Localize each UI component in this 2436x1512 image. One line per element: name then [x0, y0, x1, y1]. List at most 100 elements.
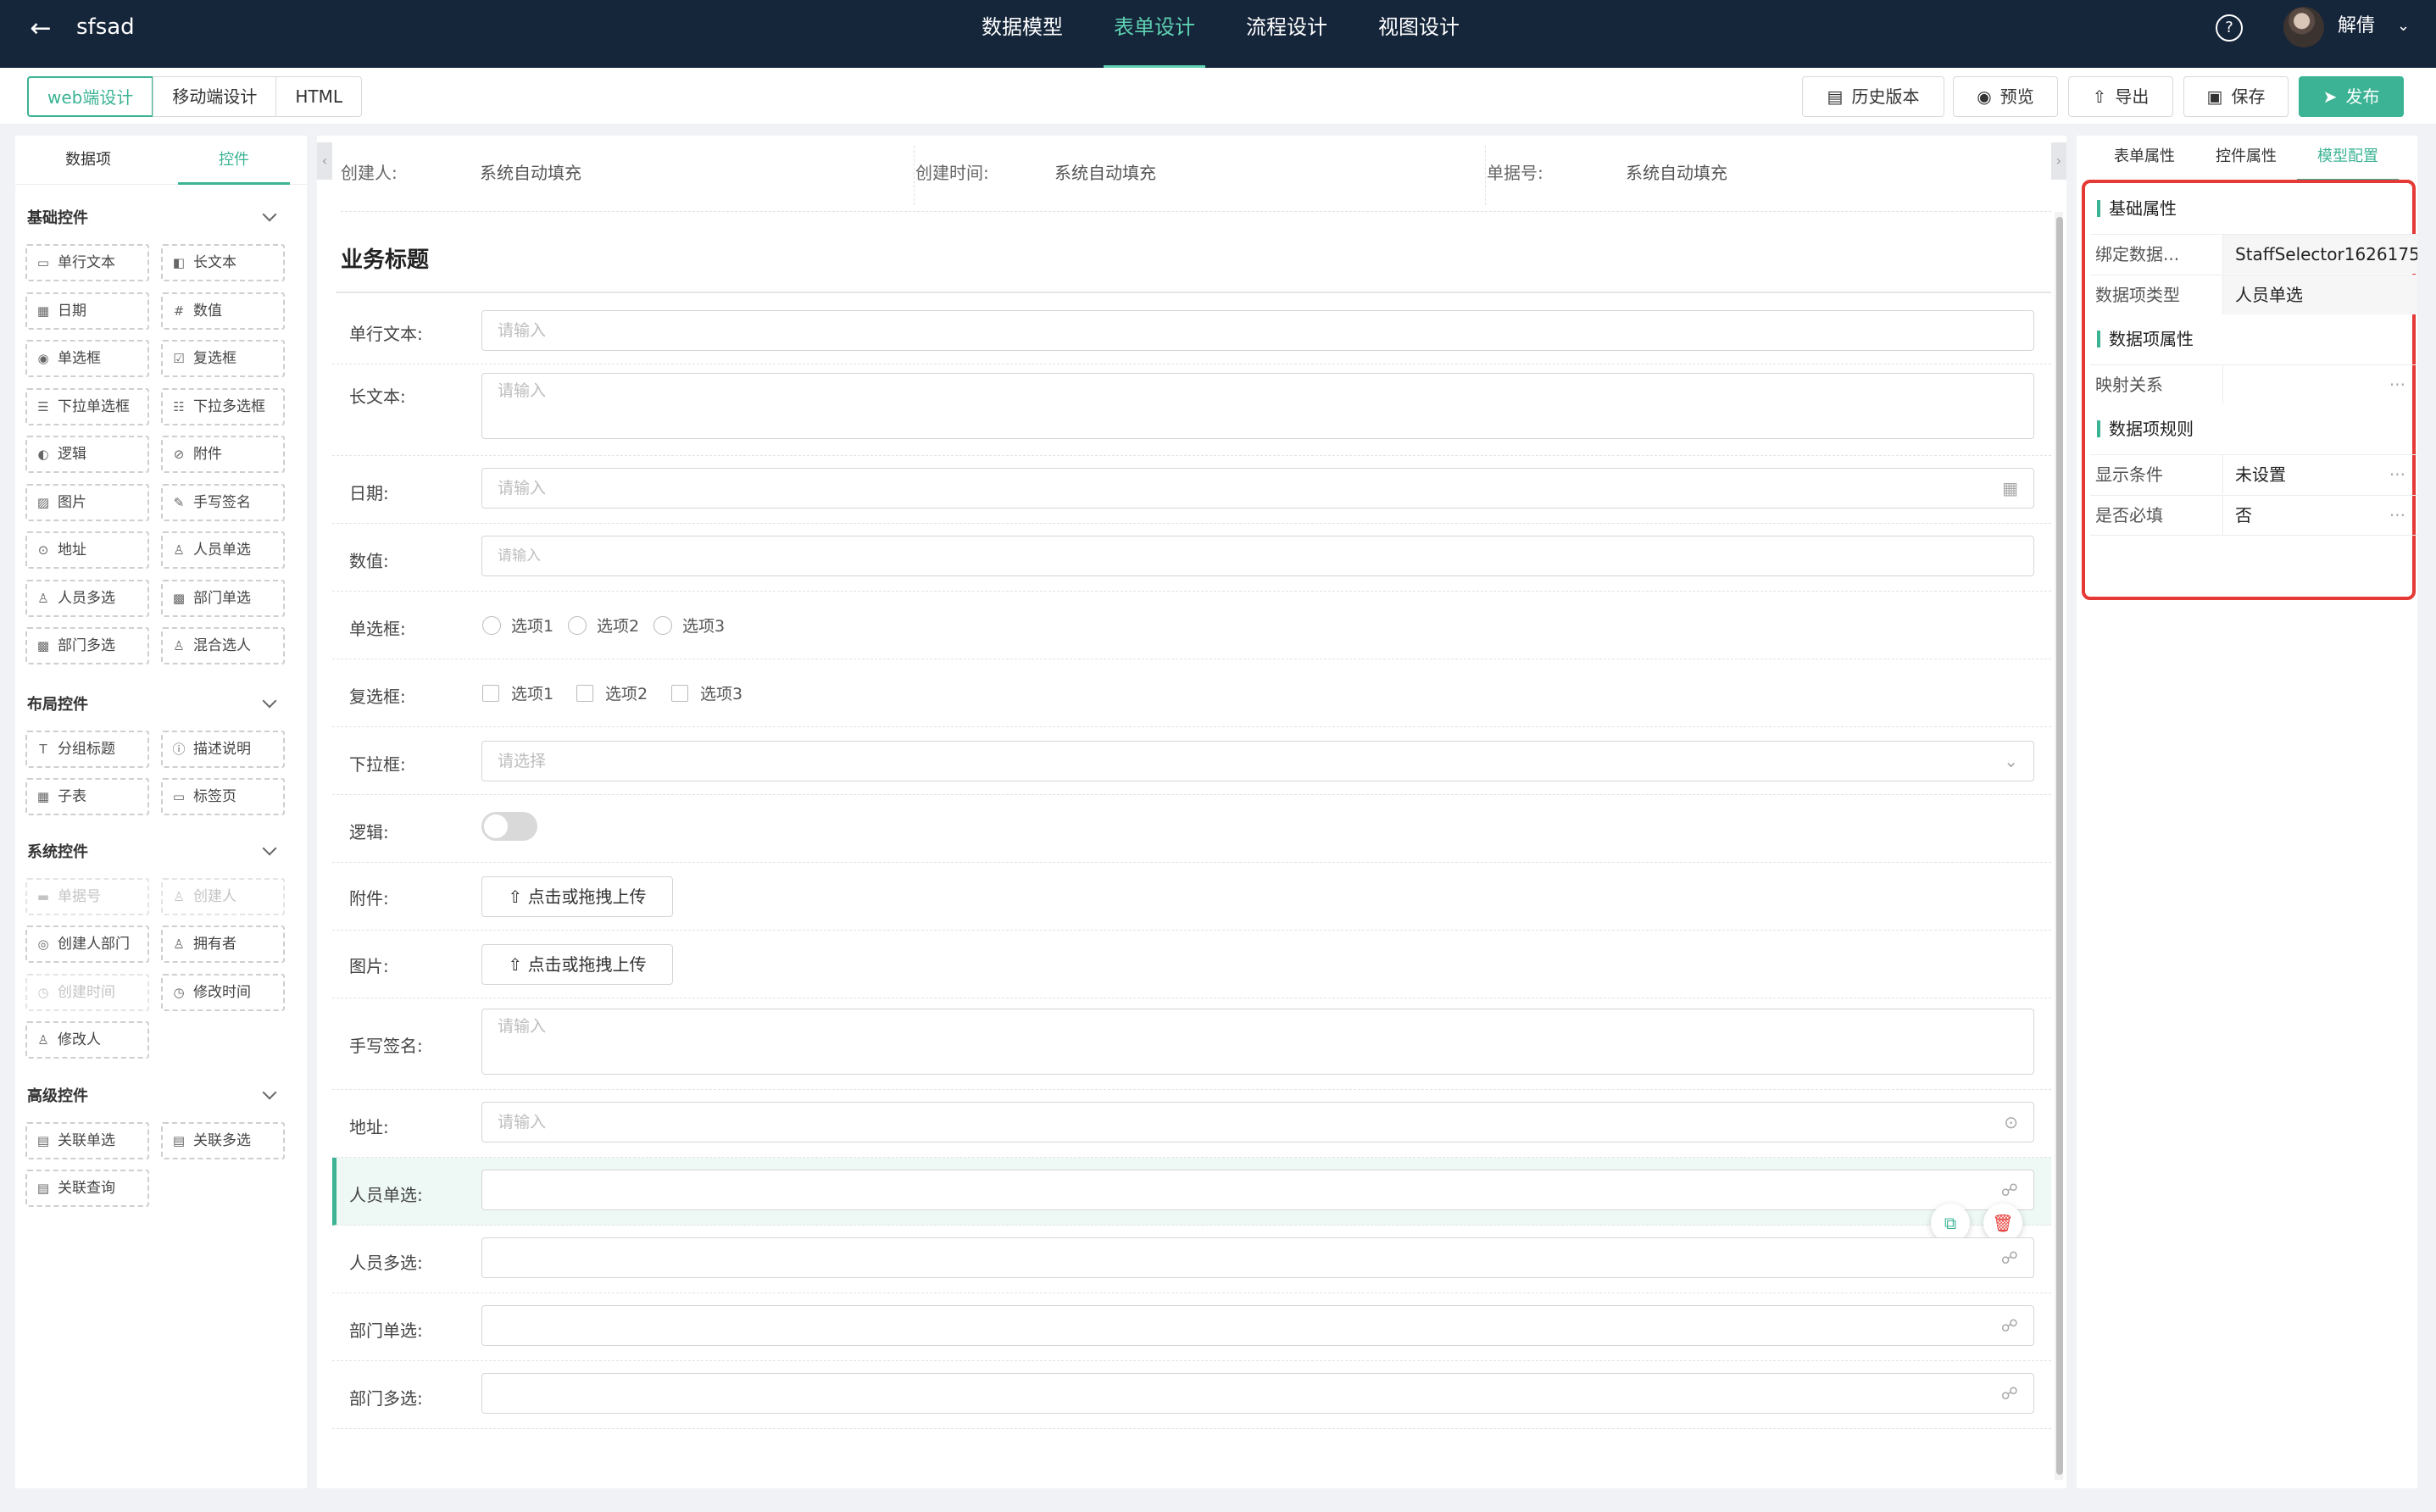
control-number[interactable]: # 数值 [161, 292, 285, 330]
form-field-date[interactable]: 日期: 请输入 ▦ [332, 456, 2051, 524]
tab-control-properties[interactable]: 控件属性 [2195, 136, 2297, 181]
control-logic[interactable]: ◐ 逻辑 [25, 436, 149, 473]
collapse-right-icon[interactable]: › [2051, 142, 2066, 180]
group-header[interactable]: 高级控件 [15, 1078, 307, 1112]
date-input[interactable]: 请输入 ▦ [481, 468, 2034, 509]
control-dropdown-single[interactable]: ☰ 下拉单选框 [25, 388, 149, 425]
control-user-single[interactable]: ♙ 人员单选 [161, 531, 285, 569]
control-modify-time[interactable]: ◷ 修改时间 [161, 974, 285, 1011]
checkbox-option-3[interactable] [671, 685, 688, 702]
avatar[interactable] [2283, 7, 2324, 47]
control-dept-multi[interactable]: ▩ 部门多选 [25, 627, 149, 664]
control-tabs[interactable]: ▭ 标签页 [161, 778, 285, 815]
control-relation-query[interactable]: ▤ 关联查询 [25, 1170, 149, 1207]
control-dropdown-multi[interactable]: ☷ 下拉多选框 [161, 388, 285, 425]
property-row-required[interactable]: 是否必填 否 ··· [2090, 495, 2417, 536]
group-header[interactable]: 系统控件 [15, 834, 307, 868]
control-address[interactable]: ⊙ 地址 [25, 531, 149, 569]
control-relation-single[interactable]: ▤ 关联单选 [25, 1122, 149, 1159]
collapse-left-icon[interactable]: ‹ [317, 142, 332, 180]
display-condition-value[interactable]: 未设置 [2222, 455, 2417, 494]
control-image[interactable]: ▨ 图片 [25, 484, 149, 521]
more-icon[interactable]: ··· [2389, 365, 2405, 404]
control-long-text[interactable]: ◧ 长文本 [161, 244, 285, 281]
control-modifier[interactable]: ♙ 修改人 [25, 1021, 149, 1059]
radio-option-1[interactable] [482, 616, 501, 635]
form-field-signature[interactable]: 手写签名: 请输入 [332, 998, 2051, 1090]
form-field-radio[interactable]: 单选框: 选项1 选项2 选项3 [332, 592, 2051, 659]
control-single-text[interactable]: ▭ 单行文本 [25, 244, 149, 281]
form-field-dept-multi[interactable]: 部门多选: ☍ [332, 1361, 2051, 1429]
nav-form-design[interactable]: 表单设计 [1088, 0, 1221, 68]
dropdown-select[interactable]: 请选择 ⌄ [481, 741, 2034, 781]
nav-data-model[interactable]: 数据模型 [956, 0, 1088, 68]
dept-single-input[interactable]: ☍ [481, 1305, 2034, 1346]
control-creator-dept[interactable]: ◎ 创建人部门 [25, 926, 149, 963]
chevron-down-icon[interactable]: ⌄ [2397, 14, 2410, 39]
arrow-left-icon[interactable]: ← [24, 12, 58, 46]
mapping-value[interactable] [2222, 365, 2417, 404]
tab-model-config[interactable]: 模型配置 [2297, 136, 2399, 181]
attachment-upload-button[interactable]: ⇧ 点击或拖拽上传 [481, 876, 673, 917]
control-description[interactable]: ⓘ 描述说明 [161, 731, 285, 768]
history-button[interactable]: ▤ 历史版本 [1802, 76, 1944, 117]
form-field-long-text[interactable]: 长文本: 请输入 [332, 364, 2051, 456]
dept-multi-input[interactable]: ☍ [481, 1373, 2034, 1414]
form-field-dropdown[interactable]: 下拉框: 请选择 ⌄ [332, 727, 2051, 795]
tab-data-items[interactable]: 数据项 [15, 136, 161, 184]
group-header[interactable]: 布局控件 [15, 687, 307, 720]
control-radio[interactable]: ◉ 单选框 [25, 340, 149, 377]
form-field-user-multi[interactable]: 人员多选: ☍ [332, 1226, 2051, 1293]
control-relation-multi[interactable]: ▤ 关联多选 [161, 1122, 285, 1159]
scrollbar-thumb[interactable] [2056, 217, 2063, 1475]
mode-html-button[interactable]: HTML [275, 76, 363, 117]
user-name[interactable]: 解倩 [2338, 13, 2375, 40]
form-field-logic[interactable]: 逻辑: [332, 795, 2051, 863]
user-single-input[interactable]: ☍ [481, 1170, 2034, 1210]
save-button[interactable]: ▣ 保存 [2183, 76, 2289, 117]
property-row-display-condition[interactable]: 显示条件 未设置 ··· [2090, 454, 2417, 495]
control-owner[interactable]: ♙ 拥有者 [161, 926, 285, 963]
form-field-user-single[interactable]: 人员单选: ☍ [332, 1158, 2051, 1226]
signature-input[interactable]: 请输入 [481, 1009, 2034, 1075]
control-mixed-select[interactable]: ♙ 混合选人 [161, 627, 285, 664]
single-text-input[interactable]: 请输入 [481, 310, 2034, 351]
long-text-input[interactable]: 请输入 [481, 373, 2034, 439]
checkbox-option-2[interactable] [576, 685, 593, 702]
form-field-dept-single[interactable]: 部门单选: ☍ [332, 1293, 2051, 1361]
mode-mobile-button[interactable]: 移动端设计 [153, 76, 277, 117]
control-checkbox[interactable]: ☑ 复选框 [161, 340, 285, 377]
form-field-single-text[interactable]: 单行文本: 请输入 [332, 297, 2051, 364]
tab-controls[interactable]: 控件 [161, 136, 307, 185]
control-attachment[interactable]: ⊘ 附件 [161, 436, 285, 473]
radio-option-3[interactable] [653, 616, 672, 635]
control-signature[interactable]: ✎ 手写签名 [161, 484, 285, 521]
address-input[interactable]: 请输入 ⊙ [481, 1102, 2034, 1142]
property-row-mapping[interactable]: 映射关系 ··· [2090, 364, 2417, 405]
logic-toggle[interactable] [481, 812, 537, 841]
control-date[interactable]: ▦ 日期 [25, 292, 149, 330]
control-dept-single[interactable]: ▩ 部门单选 [161, 580, 285, 617]
preview-button[interactable]: ◉ 预览 [1953, 76, 2058, 117]
tab-form-properties[interactable]: 表单属性 [2094, 136, 2195, 181]
publish-button[interactable]: ➤ 发布 [2299, 76, 2404, 117]
image-upload-button[interactable]: ⇧ 点击或拖拽上传 [481, 944, 673, 985]
control-group-title[interactable]: T 分组标题 [25, 731, 149, 768]
more-icon[interactable]: ··· [2389, 496, 2405, 535]
form-field-checkbox[interactable]: 复选框: 选项1 选项2 选项3 [332, 659, 2051, 727]
control-user-multi[interactable]: ♙ 人员多选 [25, 580, 149, 617]
form-field-number[interactable]: 数值: 请输入 [332, 524, 2051, 592]
export-button[interactable]: ⇧ 导出 [2068, 76, 2173, 117]
required-value[interactable]: 否 [2222, 496, 2417, 535]
question-circle-icon[interactable]: ? [2216, 14, 2243, 42]
mode-web-button[interactable]: web端设计 [27, 76, 154, 117]
checkbox-option-1[interactable] [482, 685, 499, 702]
form-field-address[interactable]: 地址: 请输入 ⊙ [332, 1090, 2051, 1158]
form-field-image[interactable]: 图片: ⇧ 点击或拖拽上传 [332, 931, 2051, 998]
user-multi-input[interactable]: ☍ [481, 1237, 2034, 1278]
nav-flow-design[interactable]: 流程设计 [1221, 0, 1353, 68]
radio-option-2[interactable] [568, 616, 587, 635]
group-header[interactable]: 基础控件 [15, 200, 307, 234]
more-icon[interactable]: ··· [2389, 455, 2405, 494]
form-field-attachment[interactable]: 附件: ⇧ 点击或拖拽上传 [332, 863, 2051, 931]
